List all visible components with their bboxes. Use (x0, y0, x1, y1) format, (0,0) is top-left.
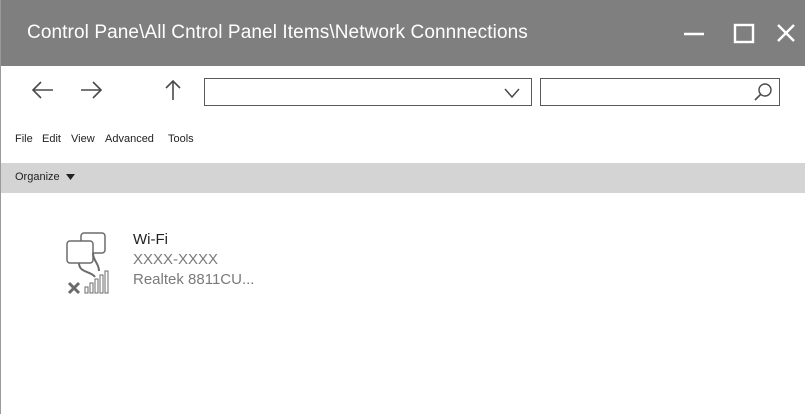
close-button[interactable] (769, 16, 803, 50)
maximize-button[interactable] (727, 16, 761, 50)
menu-bar: File Edit View Advanced Tools (1, 128, 805, 152)
navigation-bar (1, 66, 805, 118)
back-button[interactable] (29, 76, 57, 104)
minimize-button[interactable] (677, 16, 711, 50)
organize-label: Organize (15, 171, 60, 183)
connection-device: Realtek 8811CU... (133, 271, 255, 288)
command-bar: Organize (1, 163, 805, 193)
close-icon (777, 24, 795, 42)
search-icon[interactable] (753, 82, 773, 102)
menu-view[interactable]: View (71, 133, 95, 145)
connections-list: Wi-Fi XXXX-XXXX Realtek 8811CU... (1, 193, 805, 414)
arrow-left-icon (31, 81, 53, 99)
connection-item-wifi[interactable]: Wi-Fi XXXX-XXXX Realtek 8811CU... (53, 227, 313, 301)
forward-button[interactable] (77, 76, 105, 104)
network-connections-window: Control Pane\All Cntrol Panel Items\Netw… (0, 0, 805, 414)
caret-down-icon (65, 174, 75, 180)
minimize-icon (684, 32, 704, 36)
menu-file[interactable]: File (15, 133, 33, 145)
connection-name: Wi-Fi (133, 231, 168, 248)
maximize-icon (733, 23, 755, 44)
arrow-right-icon (81, 81, 103, 99)
chevron-down-icon[interactable] (503, 86, 521, 100)
address-bar[interactable] (204, 78, 532, 106)
up-button[interactable] (159, 76, 187, 104)
window-title: Control Pane\All Cntrol Panel Items\Netw… (27, 22, 528, 43)
title-bar[interactable]: Control Pane\All Cntrol Panel Items\Netw… (1, 0, 805, 66)
arrow-up-icon (165, 79, 181, 100)
menu-advanced[interactable]: Advanced (105, 133, 154, 145)
menu-edit[interactable]: Edit (42, 133, 61, 145)
wireless-network-disconnected-icon (66, 232, 109, 295)
connection-status: XXXX-XXXX (133, 251, 219, 268)
search-box[interactable] (540, 78, 780, 106)
menu-tools[interactable]: Tools (168, 133, 194, 145)
organize-button[interactable]: Organize (15, 171, 75, 183)
